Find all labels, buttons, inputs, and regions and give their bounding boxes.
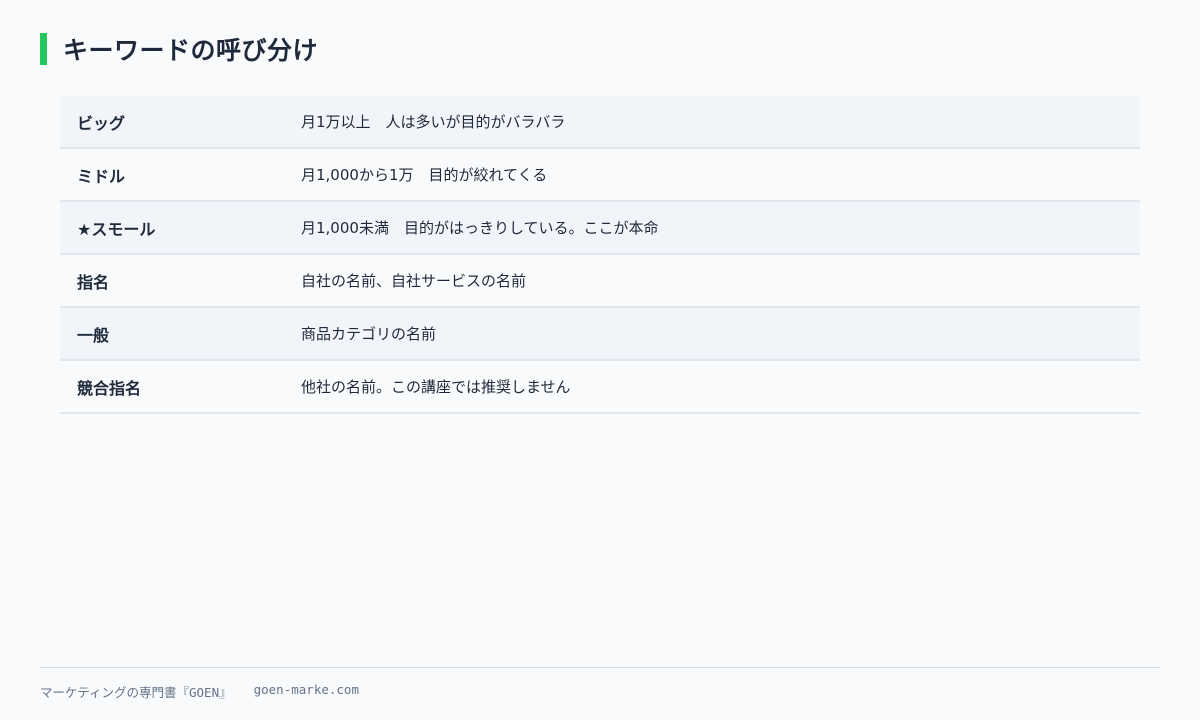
table-row: 指名 自社の名前、自社サービスの名前	[60, 255, 1140, 308]
keyword-type: ビッグ	[77, 113, 126, 133]
keyword-description: 商品カテゴリの名前	[301, 325, 437, 343]
footer: マーケティングの専門書『GOEN』 goen-marke.com	[40, 682, 359, 701]
keyword-type: 一般	[77, 325, 110, 345]
keyword-table: ビッグ 月1万以上 人は多いが目的がバラバラ ミドル 月1,000から1万 目的…	[60, 96, 1140, 414]
keyword-description: 他社の名前。この講座では推奨しません	[301, 378, 571, 396]
page-title: キーワードの呼び分け	[63, 36, 319, 65]
table-row: 一般 商品カテゴリの名前	[60, 308, 1140, 361]
page-header: キーワードの呼び分け	[40, 32, 318, 66]
footer-site-link[interactable]: goen-marke.com	[254, 682, 359, 701]
table-row: ミドル 月1,000から1万 目的が絞れてくる	[60, 149, 1140, 202]
footer-divider	[40, 667, 1160, 668]
keyword-description: 自社の名前、自社サービスの名前	[301, 272, 527, 290]
keyword-type: 競合指名	[77, 378, 142, 398]
keyword-type: ミドル	[77, 166, 126, 186]
keyword-description: 月1,000から1万 目的が絞れてくる	[301, 166, 548, 184]
keyword-description: 月1万以上 人は多いが目的がバラバラ	[301, 113, 566, 131]
footer-brand: マーケティングの専門書『GOEN』	[40, 685, 232, 700]
table-row: 競合指名 他社の名前。この講座では推奨しません	[60, 361, 1140, 414]
keyword-description: 月1,000未満 目的がはっきりしている。ここが本命	[301, 219, 659, 237]
table-row: ★スモール 月1,000未満 目的がはっきりしている。ここが本命	[60, 202, 1140, 255]
keyword-type: 指名	[77, 272, 110, 292]
table-row: ビッグ 月1万以上 人は多いが目的がバラバラ	[60, 96, 1140, 149]
keyword-type: ★スモール	[77, 219, 156, 239]
title-accent-bar	[40, 33, 47, 65]
